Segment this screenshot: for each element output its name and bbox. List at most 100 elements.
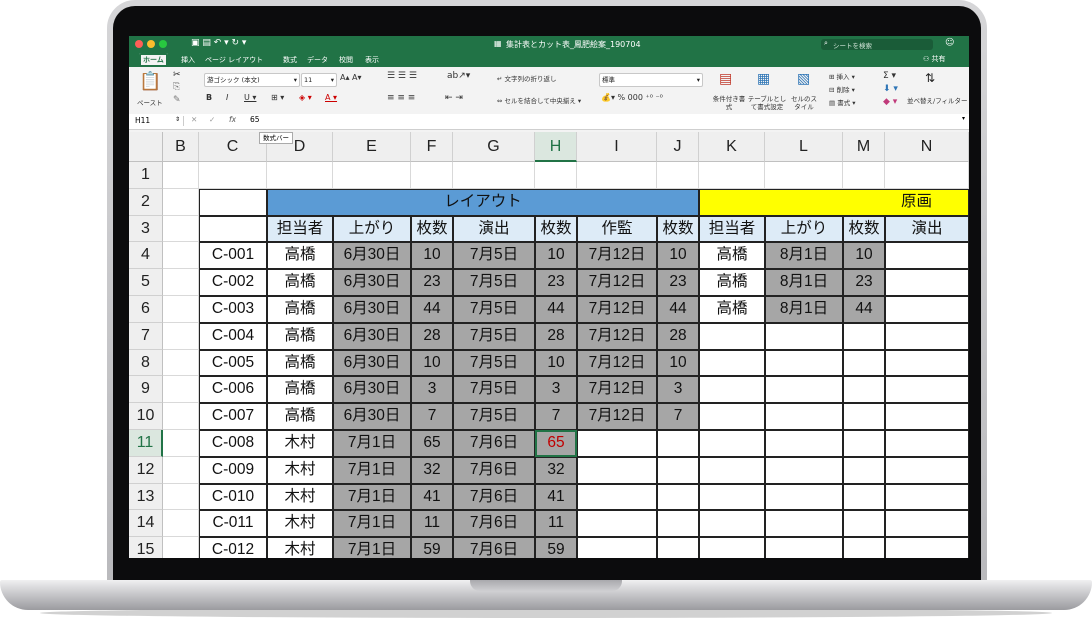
- cell-n12[interactable]: [885, 456, 969, 484]
- cell-h4[interactable]: 10: [535, 242, 577, 270]
- cell-m4[interactable]: 10: [843, 242, 885, 270]
- cell-d10[interactable]: 高橋: [267, 403, 333, 430]
- cell-b7[interactable]: [163, 322, 199, 350]
- cell-c11[interactable]: C-008: [199, 430, 267, 457]
- cell-b14[interactable]: [163, 510, 199, 538]
- align-horizontal-icons[interactable]: ≡ ≡ ≡: [387, 93, 415, 103]
- cell-m9[interactable]: [843, 376, 885, 404]
- row-header-6[interactable]: 6: [129, 296, 163, 323]
- table-format-icon[interactable]: ▦: [757, 71, 770, 87]
- cell-m6[interactable]: 44: [843, 296, 885, 323]
- cell-m11[interactable]: [843, 430, 885, 457]
- cell-m15[interactable]: [843, 537, 885, 558]
- cell-i1[interactable]: [577, 162, 657, 189]
- cell-m14[interactable]: [843, 510, 885, 538]
- search-box[interactable]: ⌕ シートを検索: [821, 39, 933, 50]
- cell-g9[interactable]: 7月5日: [453, 376, 535, 404]
- cell-i12[interactable]: [577, 456, 657, 484]
- cell-c14[interactable]: C-011: [199, 510, 267, 538]
- cell-i14[interactable]: [577, 510, 657, 538]
- cell-l15[interactable]: [765, 537, 843, 558]
- cell-b6[interactable]: [163, 296, 199, 323]
- fill-color-icon[interactable]: ◈ ▾: [299, 93, 312, 102]
- row-header-10[interactable]: 10: [129, 403, 163, 430]
- column-header-j[interactable]: J: [657, 132, 699, 162]
- share-button[interactable]: ⚇ 共有: [923, 54, 946, 64]
- tab-formulas[interactable]: 数式: [279, 53, 301, 67]
- cell-c9[interactable]: C-006: [199, 376, 267, 404]
- cell-c3[interactable]: [199, 215, 267, 243]
- layout-header[interactable]: レイアウト: [267, 188, 699, 216]
- subheader-d[interactable]: 担当者: [267, 215, 333, 243]
- cell-f14[interactable]: 11: [411, 510, 453, 538]
- subheader-k[interactable]: 担当者: [699, 215, 765, 243]
- copy-icon[interactable]: ⎘: [173, 82, 180, 92]
- cell-b11[interactable]: [163, 430, 199, 457]
- cell-g14[interactable]: 7月6日: [453, 510, 535, 538]
- cell-g6[interactable]: 7月5日: [453, 296, 535, 323]
- row-header-13[interactable]: 13: [129, 483, 163, 511]
- tab-data[interactable]: データ: [303, 53, 332, 67]
- cell-j9[interactable]: 3: [657, 376, 699, 404]
- cell-j11[interactable]: [657, 430, 699, 457]
- cell-n8[interactable]: [885, 349, 969, 377]
- indent-icons[interactable]: ⇤ ⇥: [445, 93, 463, 103]
- smiley-icon[interactable]: ☺: [945, 38, 954, 48]
- column-header-k[interactable]: K: [699, 132, 765, 162]
- zoom-window-button[interactable]: [159, 40, 167, 48]
- underline-button[interactable]: U ▾: [244, 93, 256, 102]
- cell-b9[interactable]: [163, 376, 199, 404]
- cell-e15[interactable]: 7月1日: [333, 537, 411, 558]
- cell-f5[interactable]: 23: [411, 269, 453, 296]
- cell-g10[interactable]: 7月5日: [453, 403, 535, 430]
- cell-l5[interactable]: 8月1日: [765, 269, 843, 296]
- cell-h11[interactable]: 65: [535, 430, 577, 457]
- cell-d8[interactable]: 高橋: [267, 349, 333, 377]
- cell-f8[interactable]: 10: [411, 349, 453, 377]
- column-header-g[interactable]: G: [453, 132, 535, 162]
- font-grow-shrink-buttons[interactable]: A▴ A▾: [340, 73, 362, 82]
- cell-k8[interactable]: [699, 349, 765, 377]
- cell-k10[interactable]: [699, 403, 765, 430]
- cell-h10[interactable]: 7: [535, 403, 577, 430]
- cell-n14[interactable]: [885, 510, 969, 538]
- select-all-corner[interactable]: [129, 132, 163, 162]
- cell-c1[interactable]: [199, 162, 267, 189]
- close-window-button[interactable]: [135, 40, 143, 48]
- column-header-n[interactable]: N: [885, 132, 969, 162]
- cell-i9[interactable]: 7月12日: [577, 376, 657, 404]
- cell-b1[interactable]: [163, 162, 199, 189]
- cell-l14[interactable]: [765, 510, 843, 538]
- row-header-4[interactable]: 4: [129, 242, 163, 270]
- cell-j13[interactable]: [657, 483, 699, 511]
- cell-e12[interactable]: 7月1日: [333, 456, 411, 484]
- cell-d15[interactable]: 木村: [267, 537, 333, 558]
- format-painter-icon[interactable]: ✎: [173, 95, 181, 105]
- cell-c12[interactable]: C-009: [199, 456, 267, 484]
- cell-b3[interactable]: [163, 215, 199, 243]
- cell-l6[interactable]: 8月1日: [765, 296, 843, 323]
- cell-i13[interactable]: [577, 483, 657, 511]
- border-button[interactable]: ⊞ ▾: [271, 93, 284, 102]
- delete-cells-button[interactable]: ⊟ 削除 ▾: [829, 84, 855, 94]
- cell-g15[interactable]: 7月6日: [453, 537, 535, 558]
- cell-k6[interactable]: 高橋: [699, 296, 765, 323]
- cell-j4[interactable]: 10: [657, 242, 699, 270]
- cell-n7[interactable]: [885, 322, 969, 350]
- cell-j6[interactable]: 44: [657, 296, 699, 323]
- font-name-select[interactable]: 游ゴシック (本文) ▾: [204, 73, 300, 87]
- cell-d11[interactable]: 木村: [267, 430, 333, 457]
- cell-l4[interactable]: 8月1日: [765, 242, 843, 270]
- subheader-n[interactable]: 演出: [885, 215, 969, 243]
- subheader-e[interactable]: 上がり: [333, 215, 411, 243]
- cell-d9[interactable]: 高橋: [267, 376, 333, 404]
- cell-h8[interactable]: 10: [535, 349, 577, 377]
- cell-e4[interactable]: 6月30日: [333, 242, 411, 270]
- row-header-11[interactable]: 11: [129, 430, 163, 457]
- cell-e11[interactable]: 7月1日: [333, 430, 411, 457]
- cell-e5[interactable]: 6月30日: [333, 269, 411, 296]
- cell-b12[interactable]: [163, 456, 199, 484]
- cell-n9[interactable]: [885, 376, 969, 404]
- cell-k13[interactable]: [699, 483, 765, 511]
- cell-l9[interactable]: [765, 376, 843, 404]
